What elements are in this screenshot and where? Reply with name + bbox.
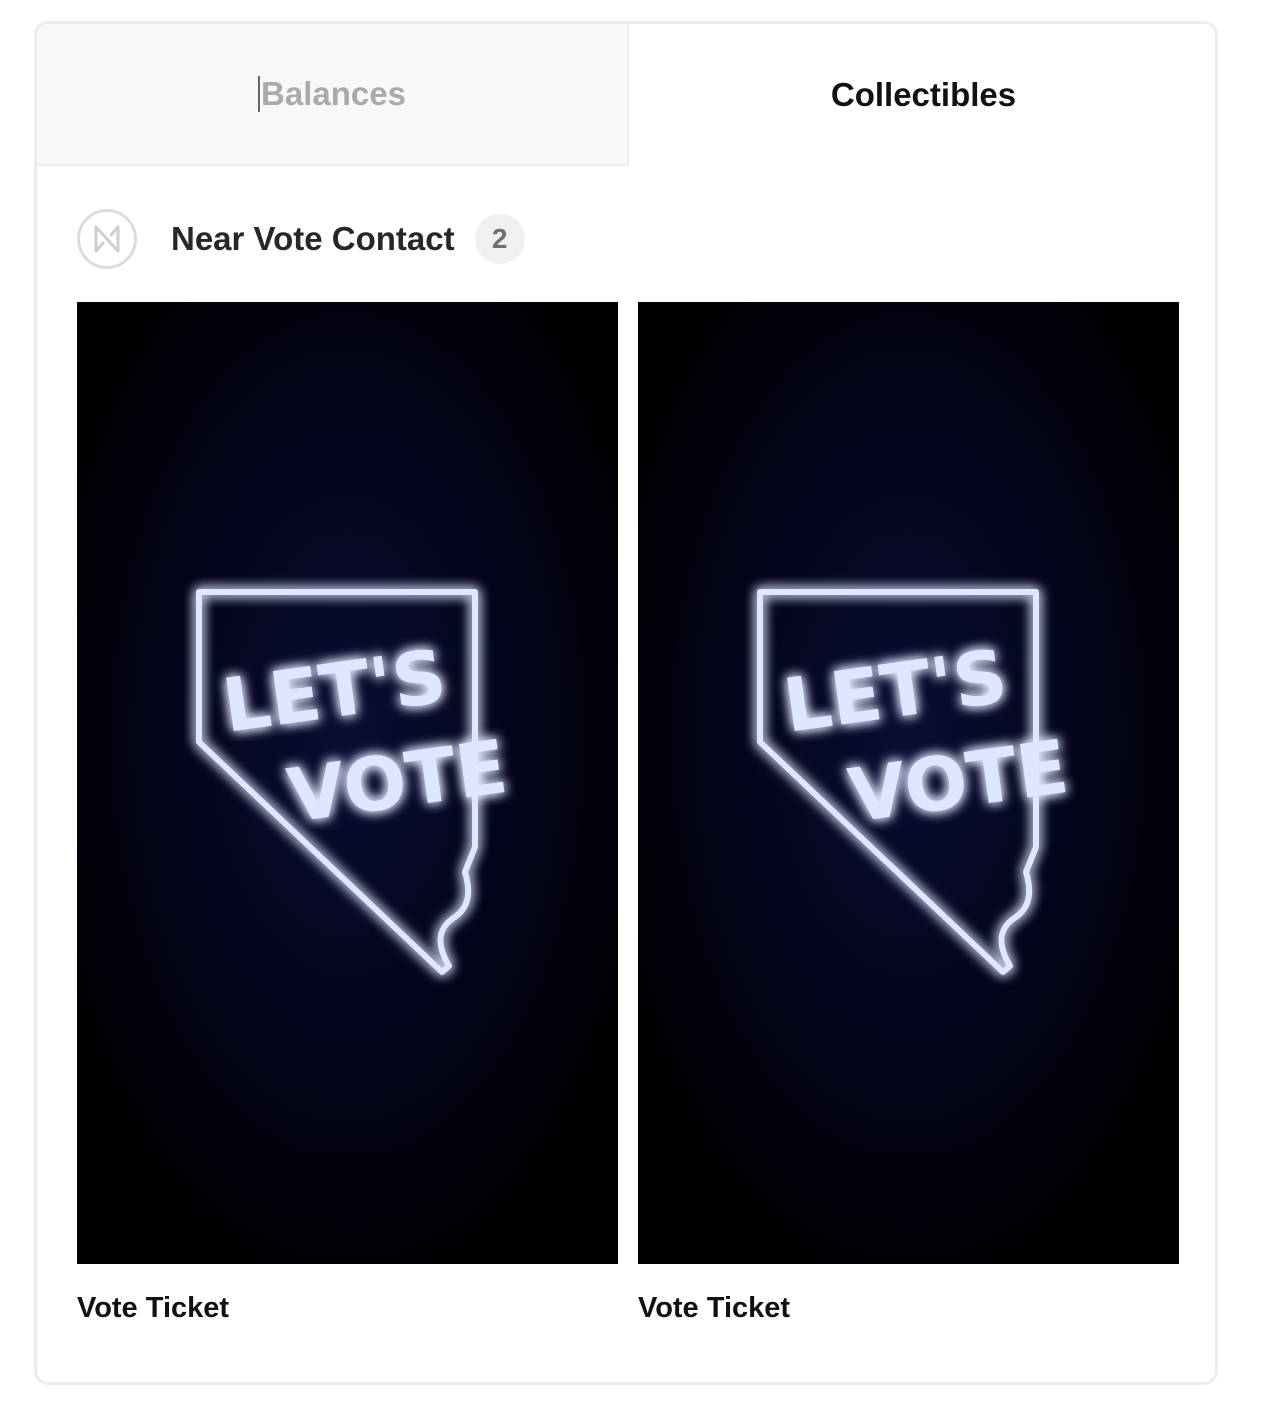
near-logo-icon [77,209,137,269]
nft-item[interactable]: LET'S VOTE Vote Ticket [77,302,618,1325]
text-cursor [258,76,261,112]
collection-name: Near Vote Contact [171,220,455,257]
tab-balances-label: Balances [261,75,406,112]
tab-collectibles[interactable]: Collectibles [629,24,1215,166]
collection-header: Near Vote Contact 2 [77,206,525,272]
wallet-card: Balances Collectibles Near Vote Contact … [34,21,1218,1385]
nft-item[interactable]: LET'S VOTE Vote Ticket [638,302,1179,1325]
tab-collectibles-label: Collectibles [830,76,1017,113]
nft-image: LET'S VOTE [638,302,1179,1264]
collection-count-badge: 2 [474,214,525,264]
tab-bar: Balances Collectibles [37,24,1215,166]
tab-balances[interactable]: Balances [37,24,629,166]
nft-title: Vote Ticket [77,1292,230,1324]
nft-image: LET'S VOTE [77,302,618,1264]
nft-title: Vote Ticket [638,1292,791,1324]
